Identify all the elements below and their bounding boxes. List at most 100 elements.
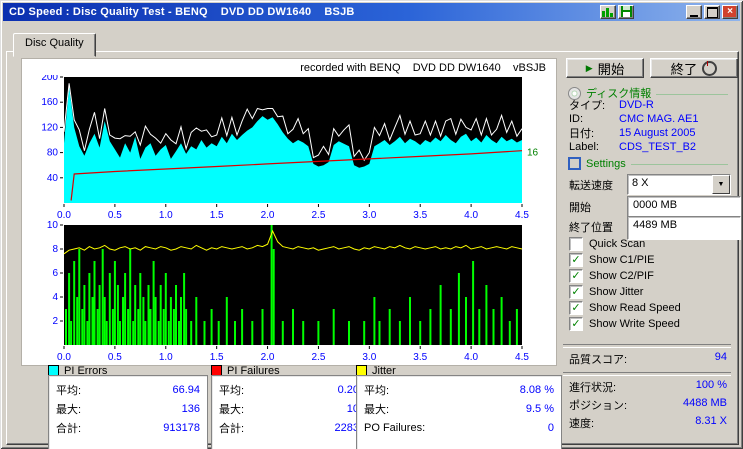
- quality-score-label: 品質スコア:: [569, 354, 628, 366]
- disc-row-label: ID:: [569, 112, 584, 125]
- dropdown-button[interactable]: ▼: [712, 175, 730, 194]
- stat-value: 0: [547, 421, 554, 434]
- checkbox-label: Show Read Speed: [589, 302, 681, 314]
- disc-quality-page: recorded with BENQ DVD DD DW1640 vBSJB 2…: [6, 51, 741, 449]
- pi-failures-panel: 平均: 0.20 最大: 10 合計: 2283: [211, 375, 367, 449]
- start-position-label: 開始: [569, 202, 591, 214]
- disc-row-value: CMC MAG. AE1: [619, 112, 699, 125]
- maximize-button[interactable]: [704, 5, 720, 19]
- stat-row: 平均: 0.20: [219, 380, 359, 399]
- header-rule: [630, 164, 728, 165]
- svg-text:3.0: 3.0: [362, 352, 376, 363]
- quality-score-value: 94: [714, 351, 727, 363]
- disc-row-value: DVD-R: [619, 98, 654, 111]
- checkbox-box[interactable]: ✓: [569, 301, 583, 315]
- settings-header-label: Settings: [586, 157, 626, 170]
- stat-row: 最大: 136: [56, 399, 200, 418]
- separator: [563, 344, 731, 348]
- app-window: CD Speed : Disc Quality Test - BENQ DVD …: [0, 0, 743, 449]
- checkbox-box[interactable]: ✓: [569, 269, 583, 283]
- svg-text:6: 6: [52, 268, 58, 279]
- svg-text:1.0: 1.0: [159, 210, 173, 219]
- close-icon: ×: [727, 6, 733, 17]
- checkbox-label: Show Write Speed: [589, 318, 680, 330]
- position-row: ポジション: 4488 MB: [569, 397, 727, 412]
- stat-label: PO Failures:: [364, 421, 426, 434]
- svg-text:2.5: 2.5: [311, 352, 325, 363]
- svg-text:1.0: 1.0: [159, 352, 173, 363]
- checkbox-box[interactable]: [569, 237, 583, 251]
- disc-row-label: タイプ:: [569, 99, 606, 112]
- window-title: CD Speed : Disc Quality Test - BENQ DVD …: [9, 6, 355, 18]
- svg-text:2.0: 2.0: [261, 210, 275, 219]
- stat-label: 合計:: [56, 422, 82, 435]
- checkbox-show-read-speed[interactable]: ✓ Show Read Speed: [569, 300, 681, 316]
- exit-button[interactable]: 終了: [650, 58, 738, 78]
- svg-text:16: 16: [527, 148, 539, 159]
- tab-disc-quality[interactable]: Disc Quality: [13, 33, 96, 57]
- checkbox-quick-scan[interactable]: Quick Scan: [569, 236, 681, 252]
- stat-label: 最大:: [56, 403, 82, 416]
- speed-row: 速度: 8.31 X: [569, 415, 727, 430]
- svg-text:0.0: 0.0: [57, 352, 71, 363]
- svg-text:4: 4: [52, 292, 58, 303]
- check-icon: ✓: [571, 269, 581, 282]
- stat-value: 9.5 %: [525, 402, 554, 415]
- close-button[interactable]: ×: [722, 5, 738, 19]
- checkbox-label: Quick Scan: [589, 238, 646, 250]
- checkbox-show-jitter[interactable]: ✓ Show Jitter: [569, 284, 681, 300]
- graph-button[interactable]: [600, 5, 616, 19]
- start-button[interactable]: ▶ 開始: [566, 58, 644, 78]
- stat-label: 平均:: [56, 384, 82, 397]
- stat-row: 合計: 2283: [219, 418, 359, 437]
- separator: [563, 372, 731, 376]
- titlebar-buttons: ×: [600, 5, 738, 19]
- stat-row: 最大: 10: [219, 399, 359, 418]
- checkbox-box[interactable]: ✓: [569, 285, 583, 299]
- quality-score-row: 品質スコア: 94: [569, 351, 727, 366]
- svg-text:200: 200: [41, 75, 58, 83]
- disc-row-label: Label:: [569, 140, 599, 153]
- minimize-icon: [690, 14, 698, 17]
- header-rule: [656, 93, 728, 95]
- exit-button-label: 終了: [670, 61, 698, 77]
- svg-text:2.5: 2.5: [311, 210, 325, 219]
- jitter-panel: 平均: 8.08 % 最大: 9.5 % PO Failures: 0: [356, 375, 562, 449]
- svg-text:8: 8: [52, 244, 58, 255]
- stat-row: 最大: 9.5 %: [364, 399, 554, 418]
- save-button[interactable]: [618, 5, 634, 19]
- transfer-rate-select[interactable]: 8 X ▼: [627, 174, 731, 195]
- svg-text:1.5: 1.5: [210, 352, 224, 363]
- chart-header: recorded with BENQ DVD DD DW1640 vBSJB: [300, 62, 546, 74]
- chart-panel: recorded with BENQ DVD DD DW1640 vBSJB 2…: [21, 58, 557, 366]
- settings-icon: [568, 157, 581, 170]
- pi-errors-panel: 平均: 66.94 最大: 136 合計: 913178: [48, 375, 208, 449]
- minimize-button[interactable]: [686, 5, 702, 19]
- scan-options-list: Quick Scan ✓ Show C1/PIE ✓ Show C2/PIF ✓ Show …: [569, 236, 681, 332]
- check-icon: ✓: [571, 301, 581, 314]
- stat-label: 平均:: [219, 384, 245, 397]
- checkbox-box[interactable]: ✓: [569, 317, 583, 331]
- checkbox-show-c2-pif[interactable]: ✓ Show C2/PIF: [569, 268, 681, 284]
- maximize-icon: [706, 6, 718, 18]
- transfer-rate-value: 8 X: [632, 177, 649, 189]
- floppy-icon: [620, 5, 632, 20]
- svg-text:0.0: 0.0: [57, 210, 71, 219]
- start-button-label: 開始: [597, 61, 625, 77]
- checkbox-show-c1-pie[interactable]: ✓ Show C1/PIE: [569, 252, 681, 268]
- checkbox-show-write-speed[interactable]: ✓ Show Write Speed: [569, 316, 681, 332]
- disc-id-row: ID: CMC MAG. AE1: [569, 112, 734, 125]
- stat-label: 平均:: [364, 384, 390, 397]
- chevron-down-icon: ▼: [717, 181, 725, 188]
- speed-value: 8.31 X: [695, 415, 727, 427]
- stat-label: 合計:: [219, 422, 245, 435]
- svg-text:3.5: 3.5: [413, 352, 427, 363]
- settings-header: Settings: [568, 157, 728, 170]
- checkbox-label: Show C1/PIE: [589, 254, 655, 266]
- titlebar[interactable]: CD Speed : Disc Quality Test - BENQ DVD …: [3, 3, 740, 21]
- checkbox-box[interactable]: ✓: [569, 253, 583, 267]
- stat-value: 136: [181, 402, 200, 415]
- svg-text:120: 120: [41, 122, 58, 133]
- svg-text:0.5: 0.5: [108, 352, 122, 363]
- checkbox-label: Show Jitter: [589, 286, 644, 298]
